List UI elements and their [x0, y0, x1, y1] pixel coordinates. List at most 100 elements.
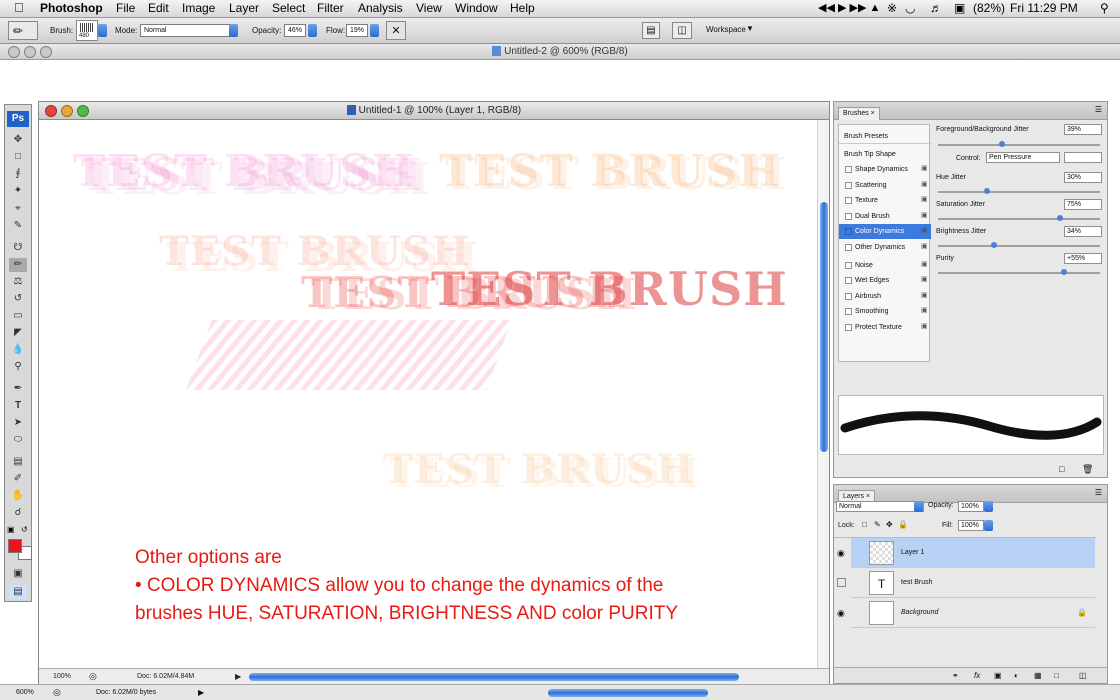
brush-setting-checkbox[interactable] — [845, 324, 852, 331]
canvas[interactable]: TEST BRUSH TEST BRUSH TEST BRUSH TEST BR… — [39, 120, 817, 668]
wifi-icon[interactable]: ◡ — [905, 1, 915, 15]
eyedropper-tool-icon[interactable]: ✐ — [9, 472, 27, 486]
brush-setting-item[interactable]: Brush Presets — [839, 129, 931, 144]
blur-tool-icon[interactable]: 💧 — [9, 343, 27, 357]
brush-setting-checkbox[interactable] — [845, 182, 852, 189]
flow-arrow[interactable] — [370, 24, 379, 37]
photoshop-logo[interactable]: Ps — [7, 111, 29, 127]
minimize-button[interactable] — [24, 46, 36, 58]
visibility-eye-icon[interactable]: ◉ — [837, 608, 847, 618]
lock-pixels-icon[interactable]: ✎ — [874, 520, 881, 529]
fill-input[interactable]: 100% — [958, 520, 984, 531]
magic-wand-tool-icon[interactable]: ✦ — [9, 184, 27, 198]
move-tool-icon[interactable]: ✥ — [9, 133, 27, 147]
layer-row-test-brush[interactable]: T test Brush — [837, 568, 1095, 598]
workspace-menu[interactable]: Workspace — [706, 25, 746, 34]
bg-zoom-level[interactable]: 600% — [16, 689, 34, 696]
layer-opacity-arrow[interactable] — [984, 501, 993, 512]
brush-setting-item[interactable]: Brush Tip Shape — [839, 147, 931, 162]
tool-preset-icon[interactable]: ✏ — [8, 21, 38, 40]
brush-setting-item[interactable]: Shape Dynamics ▣ — [839, 162, 931, 177]
document-titlebar[interactable]: Untitled-1 @ 100% (Layer 1, RGB/8) — [39, 102, 829, 120]
crop-tool-icon[interactable]: ⌖ — [9, 202, 27, 216]
minimize-button[interactable] — [61, 105, 73, 117]
brush-setting-checkbox[interactable] — [845, 197, 852, 204]
clock[interactable]: Fri 11:29 PM — [1010, 1, 1078, 15]
purity-slider[interactable] — [938, 272, 1100, 274]
lock-icon[interactable]: ▣ — [921, 261, 928, 269]
marquee-tool-icon[interactable]: □ — [9, 150, 27, 164]
layer-row-background[interactable]: ◉ Background 🔒 — [837, 598, 1095, 628]
delete-brush-icon[interactable]: 🗑 — [1082, 464, 1093, 475]
panel-menu-icon[interactable]: ☰ — [1095, 488, 1102, 497]
vertical-scrollbar[interactable] — [817, 120, 829, 668]
media-controls-icon[interactable]: ◀◀ ▶ ▶▶ ▲ — [818, 1, 880, 14]
brush-picker-arrow[interactable] — [98, 24, 107, 37]
brush-setting-item[interactable]: Other Dynamics ▣ — [839, 240, 931, 255]
spotlight-icon[interactable]: ⚲ — [1100, 1, 1109, 15]
opacity-arrow[interactable] — [308, 24, 317, 37]
brush-setting-item[interactable]: Scattering ▣ — [839, 178, 931, 193]
control-select[interactable]: Pen Pressure — [986, 152, 1060, 163]
close-button[interactable] — [8, 46, 20, 58]
brightness-jitter-input[interactable]: 34% — [1064, 226, 1102, 237]
lasso-tool-icon[interactable]: ⨎ — [9, 167, 27, 181]
layer-mask-icon[interactable]: ▣ — [994, 671, 1002, 680]
pen-tool-icon[interactable]: ✒ — [9, 382, 27, 396]
group-icon[interactable]: ▦ — [1034, 671, 1042, 680]
lock-icon[interactable]: ▣ — [921, 181, 928, 189]
status-menu-arrow-icon[interactable]: ▶ — [198, 688, 204, 697]
lock-transparency-icon[interactable]: □ — [862, 520, 867, 529]
menu-view[interactable]: View — [416, 1, 442, 15]
hue-jitter-input[interactable]: 30% — [1064, 172, 1102, 183]
tab-brushes[interactable]: Brushes × — [838, 107, 880, 120]
close-button[interactable] — [45, 105, 57, 117]
bg-horizontal-scroll-thumb[interactable] — [548, 689, 708, 697]
dodge-tool-icon[interactable]: ⚲ — [9, 360, 27, 374]
airbrush-icon[interactable]: ✕ — [386, 21, 406, 40]
brush-setting-checkbox[interactable] — [845, 166, 852, 173]
create-brush-icon[interactable]: □ — [1059, 464, 1064, 474]
brush-preview[interactable]: 480 — [76, 20, 98, 41]
link-layers-icon[interactable]: ⚭ — [952, 671, 959, 680]
visibility-eye-icon[interactable]: ◉ — [837, 548, 847, 558]
menu-analysis[interactable]: Analysis — [358, 1, 403, 15]
layer-style-icon[interactable]: fx — [974, 671, 980, 680]
fg-bg-jitter-input[interactable]: 39% — [1064, 124, 1102, 135]
layer-name[interactable]: Layer 1 — [901, 549, 924, 556]
brush-setting-checkbox[interactable] — [845, 293, 852, 300]
saturation-jitter-slider[interactable] — [938, 218, 1100, 220]
default-colors-icon[interactable]: ▣ — [7, 525, 15, 534]
hue-jitter-slider[interactable] — [938, 191, 1100, 193]
status-icon[interactable]: ◎ — [53, 687, 61, 698]
zoom-button[interactable] — [77, 105, 89, 117]
saturation-jitter-input[interactable]: 75% — [1064, 199, 1102, 210]
lock-icon[interactable]: ▣ — [921, 307, 928, 315]
layer-name[interactable]: Background — [901, 609, 938, 616]
brush-setting-item[interactable]: Color Dynamics ▣ — [839, 224, 931, 239]
type-tool-icon[interactable]: T — [9, 399, 27, 413]
healing-brush-tool-icon[interactable]: ☋ — [9, 241, 27, 255]
saturation-jitter-thumb[interactable] — [1057, 215, 1063, 221]
menu-image[interactable]: Image — [182, 1, 215, 15]
menu-window[interactable]: Window — [455, 1, 498, 15]
brush-setting-checkbox[interactable] — [845, 213, 852, 220]
blend-mode-arrow[interactable] — [914, 501, 923, 512]
purity-input[interactable]: +55% — [1064, 253, 1102, 264]
volume-icon[interactable]: ♬ — [930, 1, 942, 15]
menu-select[interactable]: Select — [272, 1, 305, 15]
status-menu-arrow-icon[interactable]: ▶ — [235, 672, 241, 681]
menu-help[interactable]: Help — [510, 1, 535, 15]
fg-bg-jitter-thumb[interactable] — [999, 141, 1005, 147]
brush-setting-checkbox[interactable] — [845, 277, 852, 284]
palette-well-icon[interactable]: ▤ — [642, 22, 660, 39]
shape-tool-icon[interactable]: ⬭ — [9, 433, 27, 447]
menu-file[interactable]: File — [116, 1, 135, 15]
adjustment-layer-icon[interactable]: ◐ — [1014, 671, 1019, 680]
stamp-tool-icon[interactable]: ⚖ — [9, 275, 27, 289]
lock-icon[interactable]: ▣ — [921, 276, 928, 284]
layer-opacity-input[interactable]: 100% — [958, 501, 984, 512]
battery-icon[interactable]: ▣ — [954, 1, 965, 15]
menu-layer[interactable]: Layer — [229, 1, 259, 15]
zoom-tool-icon[interactable]: ☌ — [9, 506, 27, 520]
